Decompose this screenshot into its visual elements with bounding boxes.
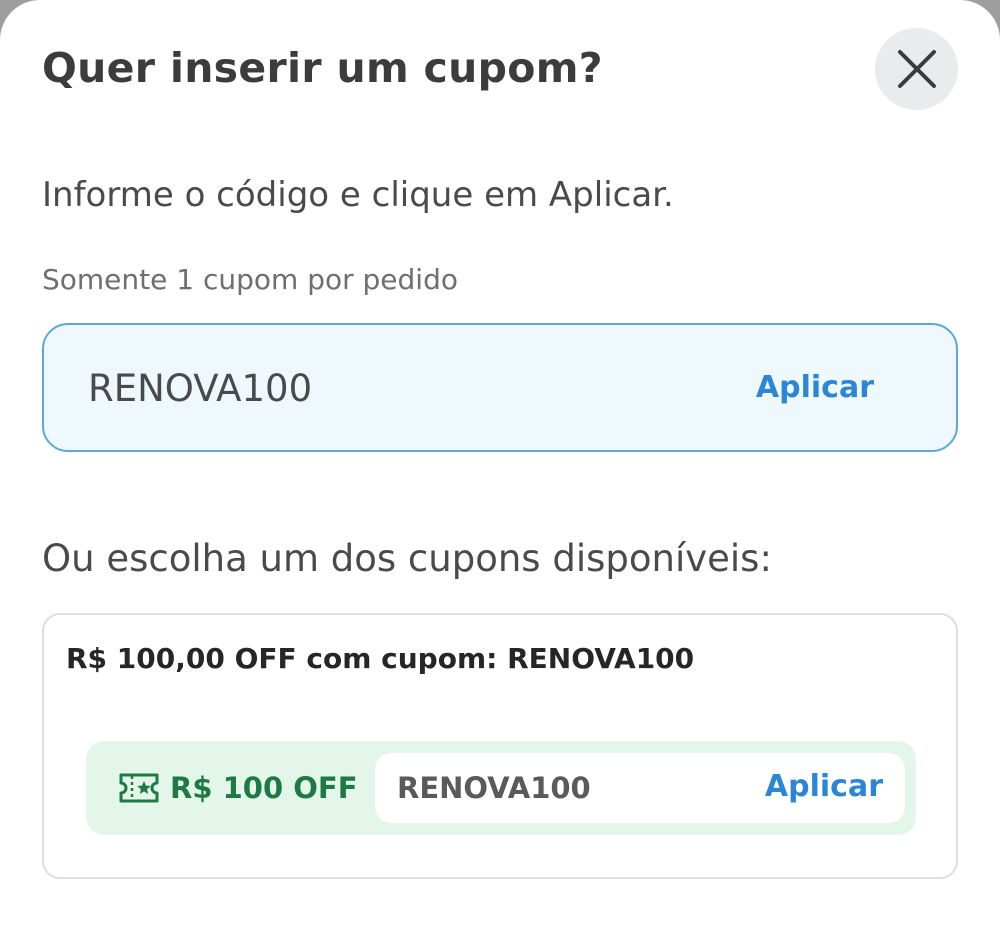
coupon-card: R$ 100,00 OFF com cupom: RENOVA100 R$ 10… <box>42 613 958 879</box>
coupon-code-box: RENOVA100 Aplicar <box>375 753 905 823</box>
coupon-modal: Quer inserir um cupom? Informe o código … <box>0 0 1000 930</box>
coupon-discount: R$ 100 OFF <box>118 741 358 835</box>
close-icon <box>897 49 937 89</box>
coupon-code: RENOVA100 <box>397 771 591 805</box>
apply-code-button[interactable]: Aplicar <box>756 367 874 409</box>
coupon-code-field: Aplicar <box>42 323 958 452</box>
discount-label: R$ 100 OFF <box>170 771 358 805</box>
apply-coupon-button[interactable]: Aplicar <box>765 765 883 809</box>
ticket-star-icon <box>118 772 160 804</box>
coupon-row: R$ 100 OFF RENOVA100 Aplicar <box>86 741 916 835</box>
coupon-limit-hint: Somente 1 cupom por pedido <box>42 263 458 296</box>
available-coupons-title: Ou escolha um dos cupons disponíveis: <box>42 537 772 580</box>
instruction-text: Informe o código e clique em Aplicar. <box>42 175 674 215</box>
close-button[interactable] <box>875 28 958 110</box>
coupon-code-input[interactable] <box>88 358 688 418</box>
modal-title: Quer inserir um cupom? <box>42 44 603 92</box>
coupon-description: R$ 100,00 OFF com cupom: RENOVA100 <box>66 642 695 675</box>
